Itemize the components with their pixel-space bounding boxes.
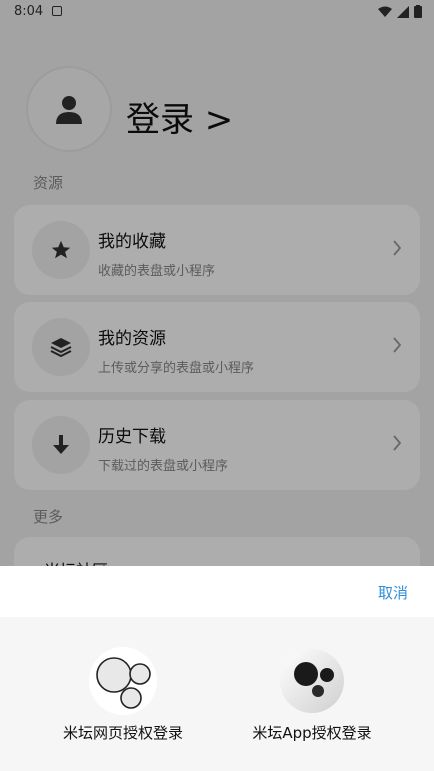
login-bottom-sheet: 取消 米坛网页授权登录 米坛App授权登录 (0, 566, 434, 771)
app-login-logo-icon (280, 649, 344, 713)
app-login-label: 米坛App授权登录 (252, 724, 372, 742)
web-login-option[interactable]: 米坛网页授权登录 (41, 646, 201, 746)
web-login-logo-icon (89, 647, 157, 715)
profile-screen: 8:04 登录 > 资源 我的收藏 收藏的表盘或小程序 我的资源 上传或分享的表… (0, 0, 434, 771)
modal-backdrop[interactable] (0, 0, 434, 566)
web-login-label: 米坛网页授权登录 (62, 724, 183, 742)
sheet-header: 取消 (0, 566, 434, 617)
app-login-option[interactable]: 米坛App授权登录 (230, 646, 390, 746)
cancel-button[interactable]: 取消 (378, 582, 408, 603)
